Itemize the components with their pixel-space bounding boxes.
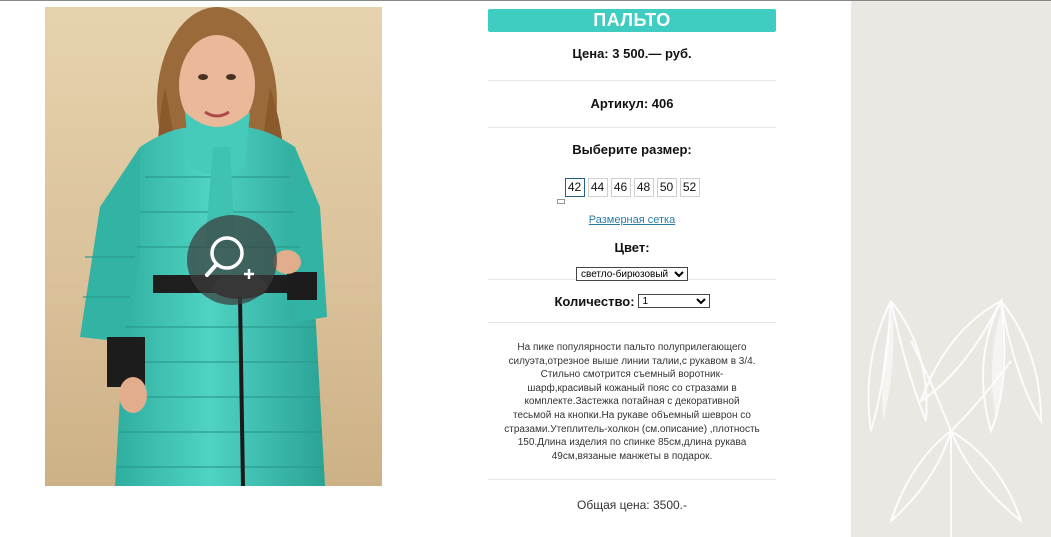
zoom-in-icon xyxy=(205,236,254,279)
zoom-button[interactable] xyxy=(187,215,277,305)
price: Цена: 3 500.— руб. xyxy=(572,46,692,61)
product-description: На пике популярности пальто полуприлегаю… xyxy=(504,342,760,462)
decorative-side-panel xyxy=(851,1,1051,537)
floral-decoration-icon xyxy=(867,297,1043,537)
divider xyxy=(488,322,776,323)
size-option-50[interactable]: 50 xyxy=(656,178,677,197)
product-photo[interactable] xyxy=(45,7,382,486)
color-label: Цвет: xyxy=(614,240,650,255)
size-option-52[interactable]: 52 xyxy=(679,178,700,197)
size-option-46[interactable]: 46 xyxy=(610,178,631,197)
size-indicator xyxy=(557,199,565,204)
size-option-48[interactable]: 48 xyxy=(633,178,654,197)
size-selector: 42 44 46 48 50 52 xyxy=(488,178,776,197)
divider xyxy=(488,127,776,128)
product-title: ПАЛЬТО xyxy=(488,9,776,32)
total-price: Общая цена: 3500.- xyxy=(577,498,687,512)
choose-size-label: Выберите размер: xyxy=(572,142,692,157)
product-info: ПАЛЬТО Цена: 3 500.— руб. Артикул: 406 В… xyxy=(488,9,776,512)
article: Артикул: 406 xyxy=(590,96,674,111)
quantity-label: Количество: xyxy=(554,293,635,309)
divider xyxy=(488,80,776,81)
size-option-44[interactable]: 44 xyxy=(587,178,608,197)
size-option-42[interactable]: 42 xyxy=(564,178,585,197)
size-chart-link[interactable]: Размерная сетка xyxy=(589,214,675,226)
divider xyxy=(488,479,776,480)
color-select[interactable]: светло-бирюзовый xyxy=(576,267,688,281)
quantity-select[interactable]: 1 xyxy=(637,294,710,308)
